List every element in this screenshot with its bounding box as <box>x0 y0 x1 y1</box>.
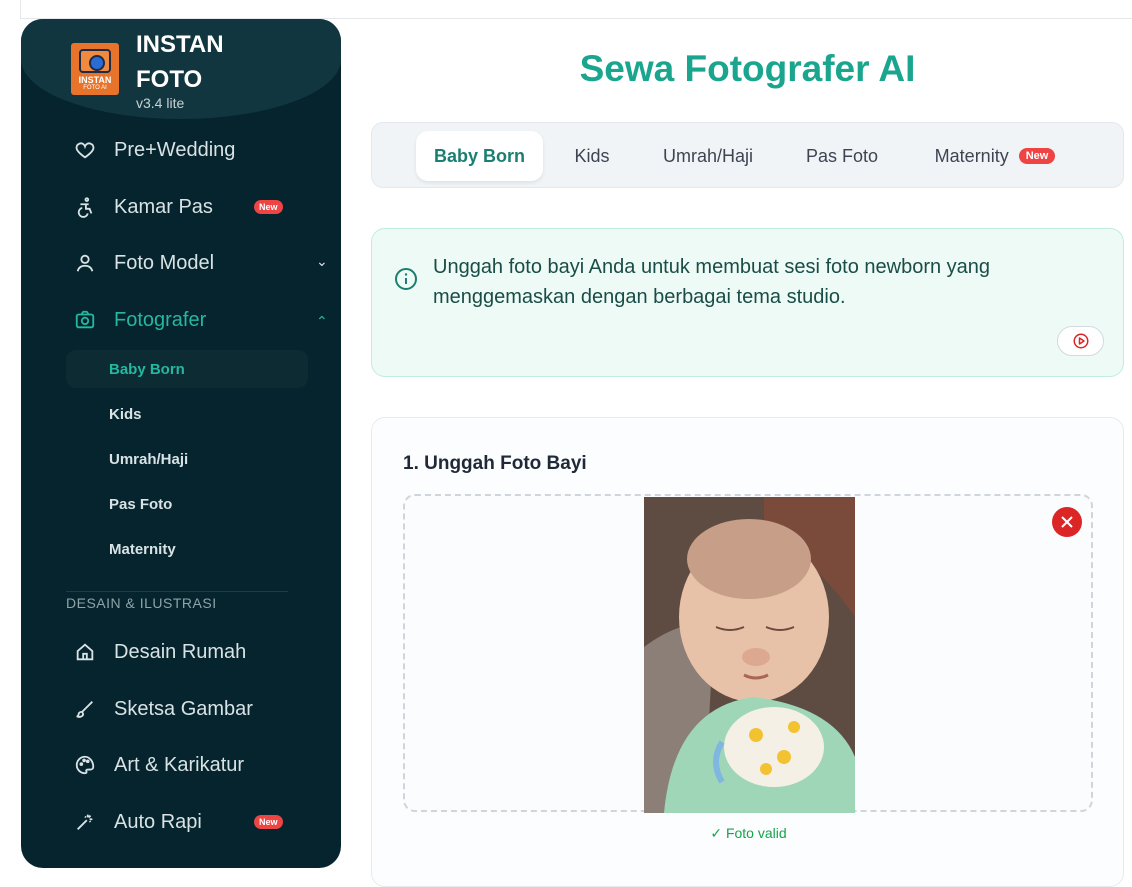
info-icon <box>395 268 417 290</box>
sidebar-item-auto-rapi[interactable]: Auto Rapi New <box>71 807 311 837</box>
sidebar-subitem-kids[interactable]: Kids <box>66 395 308 433</box>
tab-label: Maternity <box>934 145 1009 166</box>
tab-baby-born[interactable]: Baby Born <box>416 131 543 181</box>
chevron-down-icon: ⌄ <box>316 253 328 269</box>
brush-icon <box>71 695 99 723</box>
sidebar-item-fotografer[interactable]: Fotografer ⌃ <box>71 305 328 335</box>
new-badge: New <box>254 200 283 214</box>
logo-camera-icon <box>79 49 111 73</box>
sidebar-item-pre-wedding[interactable]: Pre+Wedding <box>71 135 311 165</box>
sidebar-item-label: Desain Rumah <box>114 640 247 663</box>
sidebar-item-desain-rumah[interactable]: Desain Rumah <box>71 637 311 667</box>
sidebar-item-art-karikatur[interactable]: Art & Karikatur <box>71 750 311 780</box>
remove-photo-button[interactable] <box>1052 507 1082 537</box>
brand-name: INSTAN FOTO <box>136 27 224 97</box>
heart-icon <box>71 136 99 164</box>
new-badge: New <box>254 815 283 829</box>
brand-line1: INSTAN <box>136 31 224 58</box>
sidebar-subitem-umrah-haji[interactable]: Umrah/Haji <box>66 440 308 478</box>
play-icon <box>1073 333 1088 349</box>
page-title: Sewa Fotografer AI <box>579 48 916 89</box>
upload-card: 1. Unggah Foto Bayi ✓ Foto valid <box>371 417 1124 887</box>
play-tutorial-button[interactable] <box>1057 326 1104 356</box>
tab-pas-foto[interactable]: Pas Foto <box>792 131 892 181</box>
sidebar-item-label: Art & Karikatur <box>114 753 245 776</box>
photo-valid-status: ✓ Foto valid <box>710 825 787 841</box>
palette-icon <box>71 751 99 779</box>
sidebar-item-label: Fotografer <box>114 308 207 331</box>
tab-maternity[interactable]: Maternity New <box>920 131 1070 181</box>
sidebar-item-foto-model[interactable]: Foto Model ⌄ <box>71 248 328 278</box>
uploaded-baby-photo <box>644 497 855 813</box>
info-banner: Unggah foto bayi Anda untuk membuat sesi… <box>371 228 1124 377</box>
app-logo: INSTAN FOTO AI <box>71 43 119 95</box>
brand-header: INSTAN FOTO AI INSTAN FOTO v3.4 lite <box>21 19 341 119</box>
sidebar-item-label: Foto Model <box>114 251 215 274</box>
home-icon <box>71 638 99 666</box>
upload-title: 1. Unggah Foto Bayi <box>403 453 587 474</box>
app-version: v3.4 lite <box>136 95 185 111</box>
camera-icon <box>71 306 99 334</box>
sidebar-item-label: Sketsa Gambar <box>114 697 253 720</box>
sidebar-subitem-baby-born[interactable]: Baby Born <box>66 350 308 388</box>
photo-dropzone[interactable] <box>403 494 1093 813</box>
sidebar-subitem-pas-foto[interactable]: Pas Foto <box>66 485 308 523</box>
sidebar-subitem-maternity[interactable]: Maternity <box>66 530 308 568</box>
info-text: Unggah foto bayi Anda untuk membuat sesi… <box>433 256 991 308</box>
user-icon <box>71 249 99 277</box>
logo-subtext: FOTO AI <box>83 85 107 91</box>
brand-line2: FOTO <box>136 66 203 93</box>
accessibility-icon <box>71 193 99 221</box>
category-tabs: Baby Born Kids Umrah/Haji Pas Foto Mater… <box>371 122 1124 188</box>
new-badge: New <box>1018 148 1056 164</box>
sidebar-item-label: Auto Rapi <box>114 810 202 833</box>
sidebar-item-kamar-pas[interactable]: Kamar Pas New <box>71 192 311 222</box>
sidebar-item-sketsa-gambar[interactable]: Sketsa Gambar <box>71 694 311 724</box>
section-label-desain: DESAIN & ILUSTRASI <box>66 595 217 611</box>
chevron-up-icon: ⌃ <box>316 313 328 329</box>
section-divider <box>66 591 288 592</box>
tab-umrah-haji[interactable]: Umrah/Haji <box>648 131 768 181</box>
close-icon <box>1061 516 1073 528</box>
logo-text: INSTAN <box>78 75 112 85</box>
magic-wand-icon <box>71 808 99 836</box>
sidebar: INSTAN FOTO AI INSTAN FOTO v3.4 lite Pre… <box>21 19 341 868</box>
page-edge-left <box>20 0 21 18</box>
sidebar-item-label: Kamar Pas <box>114 195 213 218</box>
sidebar-item-label: Pre+Wedding <box>114 138 236 161</box>
tab-kids[interactable]: Kids <box>562 131 622 181</box>
